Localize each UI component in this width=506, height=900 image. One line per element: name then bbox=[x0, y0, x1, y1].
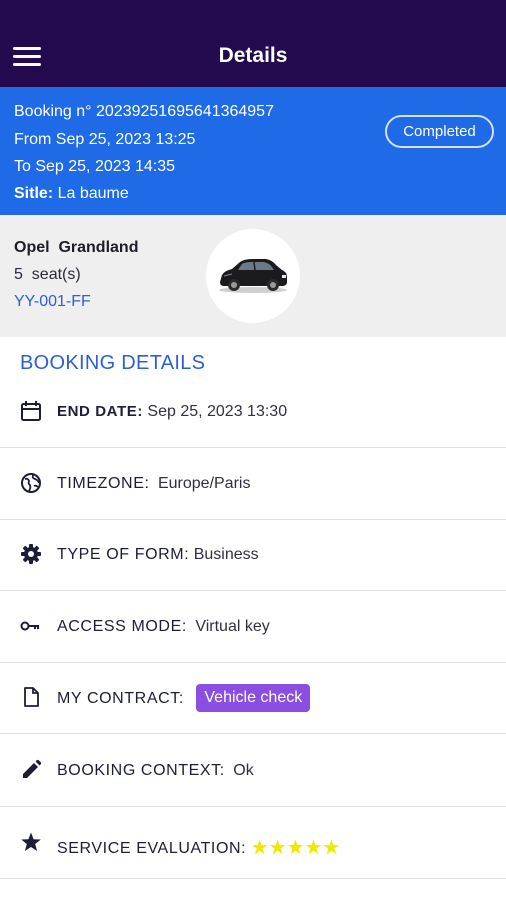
type-of-form-label: TYPE OF FORM: bbox=[57, 546, 190, 563]
vehicle-card: Opel Grandland 5 seat(s) YY-001-FF bbox=[0, 215, 506, 337]
detail-row-service-evaluation: SERVICE EVALUATION: ★★★★★ bbox=[0, 807, 506, 879]
booking-summary-banner: Booking n° 20239251695641364957 From Sep… bbox=[0, 87, 506, 215]
type-of-form-value: Business bbox=[193, 546, 259, 563]
booking-to: To Sep 25, 2023 14:35 bbox=[14, 158, 176, 175]
booking-context-value: Ok bbox=[233, 762, 254, 779]
timezone-label: TIMEZONE: bbox=[57, 475, 150, 492]
timezone-value: Europe/Paris bbox=[157, 475, 251, 492]
detail-row-end-date: END DATE: Sep 25, 2023 13:30 bbox=[0, 376, 506, 448]
detail-row-booking-context: BOOKING CONTEXT: Ok bbox=[0, 735, 506, 807]
page-title: Details bbox=[218, 44, 288, 67]
car-icon bbox=[219, 259, 287, 293]
detail-row-type-of-form: TYPE OF FORM: Business bbox=[0, 519, 506, 591]
star-icon bbox=[21, 832, 41, 851]
document-icon bbox=[24, 687, 39, 707]
vehicle-seats: 5 seat(s) bbox=[14, 266, 81, 283]
app-bar: Details bbox=[0, 0, 506, 87]
detail-row-timezone: TIMEZONE: Europe/Paris bbox=[0, 448, 506, 520]
end-date-value: Sep 25, 2023 13:30 bbox=[147, 403, 288, 420]
booking-context-label: BOOKING CONTEXT: bbox=[57, 762, 225, 779]
star-rating: ★★★★★ bbox=[250, 837, 341, 859]
contract-label: MY CONTRACT: bbox=[57, 690, 184, 707]
detail-row-contract: MY CONTRACT: Vehicle check bbox=[0, 662, 506, 734]
calendar-icon bbox=[21, 401, 41, 421]
globe-icon bbox=[21, 473, 41, 493]
vehicle-plate: YY-001-FF bbox=[14, 293, 91, 310]
service-evaluation-label: SERVICE EVALUATION: bbox=[57, 840, 247, 857]
access-mode-label: ACCESS MODE: bbox=[57, 618, 187, 635]
end-date-label: END DATE: bbox=[57, 403, 143, 420]
pencil-icon bbox=[23, 759, 42, 778]
access-mode-value: Virtual key bbox=[195, 618, 270, 635]
detail-row-access-mode: ACCESS MODE: Virtual key bbox=[0, 591, 506, 663]
booking-number: Booking n° 20239251695641364957 bbox=[14, 103, 274, 120]
key-icon bbox=[20, 621, 39, 631]
booking-details-title: BOOKING DETAILS bbox=[20, 352, 206, 374]
vehicle-check-badge[interactable]: Vehicle check bbox=[196, 684, 311, 712]
vehicle-image bbox=[206, 229, 300, 323]
booking-from: From Sep 25, 2023 13:25 bbox=[14, 131, 196, 148]
status-badge: Completed bbox=[385, 115, 494, 148]
site-label: Sitle: bbox=[14, 185, 54, 202]
vehicle-name: Opel Grandland bbox=[14, 239, 139, 256]
gear-icon bbox=[21, 544, 41, 564]
booking-site: Sitle: La baume bbox=[14, 185, 129, 203]
site-value: La baume bbox=[57, 185, 129, 202]
